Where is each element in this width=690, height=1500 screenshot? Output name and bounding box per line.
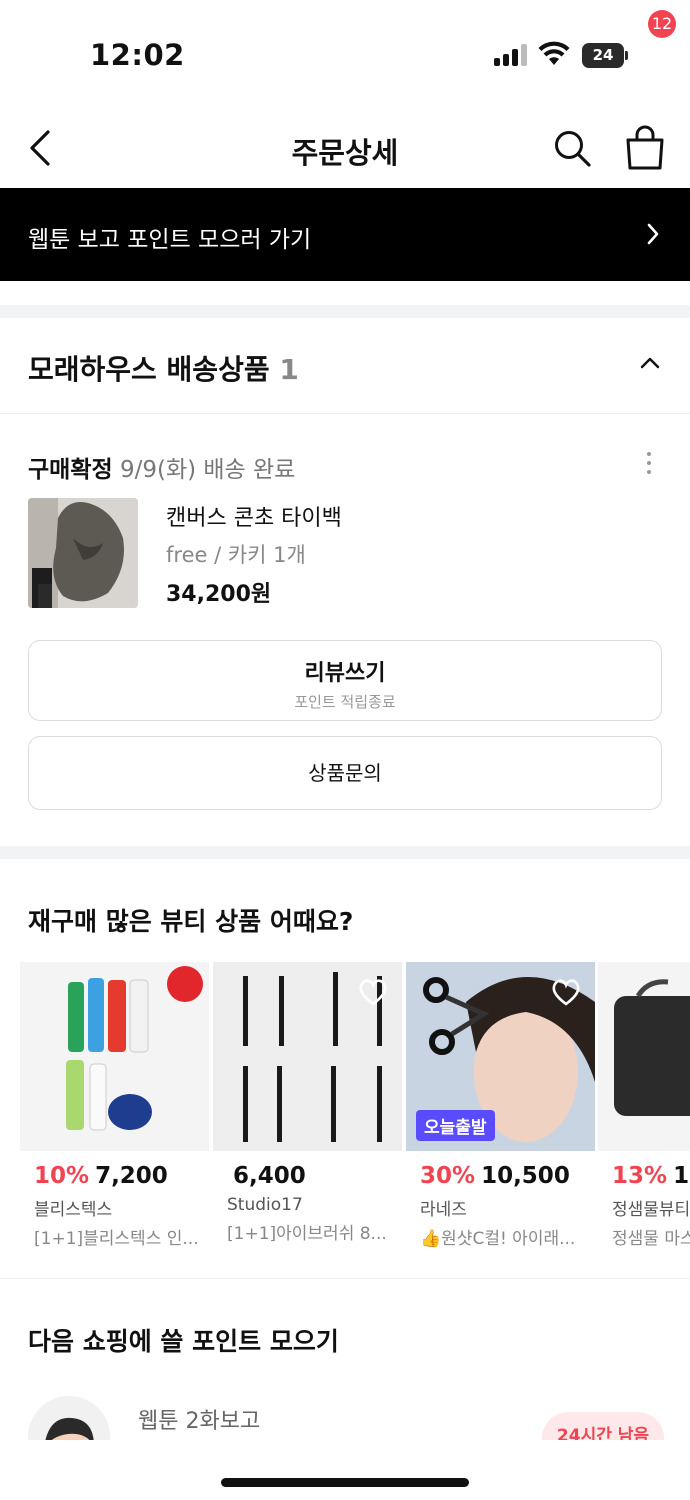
today-shipping-badge: 오늘출발 [416,1110,495,1141]
product-inquiry-button[interactable]: 상품문의 [28,736,662,810]
delivery-date: 9/9(화) 배송 완료 [119,457,296,483]
shipment-section-header[interactable]: 모래하우스 배송상품 1 [0,318,690,414]
product-option: free / 카키 1개 [166,543,306,567]
order-status-label: 구매확정 [28,457,113,483]
section-divider [0,305,690,318]
recommend-title: 재구매 많은 뷰티 상품 어때요? [28,907,354,936]
bottom-safe-area [0,1440,690,1500]
review-points-note: 포인트 적립종료 [294,693,396,711]
product-card[interactable]: 6,400 Studio17 [1+1]아이브러쉬 8... [213,962,402,1244]
product-image [20,962,209,1151]
order-status-line: 구매확정 9/9(화) 배송 완료 [28,450,295,484]
write-review-label: 리뷰쓰기 [304,661,386,686]
search-icon[interactable] [552,128,592,168]
more-options-icon[interactable] [644,452,654,478]
points-section-title: 다음 쇼핑에 쓸 포인트 모으기 [28,1327,339,1356]
status-time: 12:02 [90,38,185,72]
product-name[interactable]: 캔버스 콘초 타이백 [166,500,342,532]
product-image [598,962,690,1151]
discount-rate: 30% [420,1163,476,1189]
home-indicator[interactable] [221,1478,469,1487]
recommend-carousel[interactable]: 10% 7,200 블리스텍스 [1+1]블리스텍스 인... 6,400 Stu… [20,962,690,1252]
product-card[interactable]: 오늘출발 30% 10,500 라네즈 👍원샷C컬! 아이래... [406,962,595,1249]
section-divider [0,1278,690,1279]
product-price: 34,200원 [166,582,272,607]
banner-text: 웹툰 보고 포인트 모으러 가기 [28,227,312,253]
shipment-title: 모래하우스 배송상품 1 [28,348,299,388]
discount-rate: 13% [612,1163,668,1189]
points-task-label: 웹툰 2화보고 [138,1409,261,1434]
product-description: [1+1]아이브러쉬 8... [227,1224,387,1244]
section-divider [0,846,690,859]
brand-name: 정샘물뷰티 [612,1200,690,1220]
product-price-line: 6,400 [227,1163,402,1189]
chevron-up-icon[interactable] [640,356,660,370]
product-card[interactable]: 13% 19, 정샘물뷰티 정샘물 마스 [598,962,690,1249]
chevron-right-icon [647,223,659,245]
shipment-title-text: 모래하우스 배송상품 [28,353,270,386]
status-bar: 12:02 24 [0,0,690,100]
back-button[interactable] [26,128,60,168]
product-description: 👍원샷C컬! 아이래... [420,1229,576,1249]
sale-price: 6,400 [233,1163,306,1189]
brand-name: 블리스텍스 [34,1200,113,1220]
sale-price: 7,200 [95,1163,168,1189]
product-card[interactable]: 10% 7,200 블리스텍스 [1+1]블리스텍스 인... [20,962,209,1249]
shopping-bag-icon[interactable] [620,122,670,172]
brand-name: Studio17 [227,1195,303,1215]
battery-icon: 24 [582,43,628,68]
webtoon-points-banner[interactable]: 웹툰 보고 포인트 모으러 가기 [0,188,690,281]
write-review-button[interactable]: 리뷰쓰기 포인트 적립종료 [28,640,662,721]
heart-icon[interactable] [551,978,581,1006]
product-description: [1+1]블리스텍스 인... [34,1229,199,1249]
discount-rate: 10% [34,1163,90,1189]
product-thumbnail[interactable] [28,498,138,608]
sale-price: 10,500 [481,1163,570,1189]
bag-photo [28,498,138,608]
product-image [213,962,402,1151]
product-price-line: 30% 10,500 [420,1163,595,1189]
product-price-line: 13% 19, [612,1163,690,1189]
brand-name: 라네즈 [420,1200,467,1220]
battery-level: 24 [582,43,624,68]
heart-icon[interactable] [358,978,388,1006]
wifi-icon [538,41,570,65]
cellular-signal-icon [494,44,528,66]
cart-count-badge: 12 [648,10,676,38]
product-description: 정샘물 마스 [612,1229,690,1249]
sale-price: 19, [673,1163,690,1189]
product-price-line: 10% 7,200 [34,1163,209,1189]
top-navigation-bar: 주문상세 [0,110,690,188]
shipment-count: 1 [279,353,299,386]
product-image: 오늘출발 [406,962,595,1151]
